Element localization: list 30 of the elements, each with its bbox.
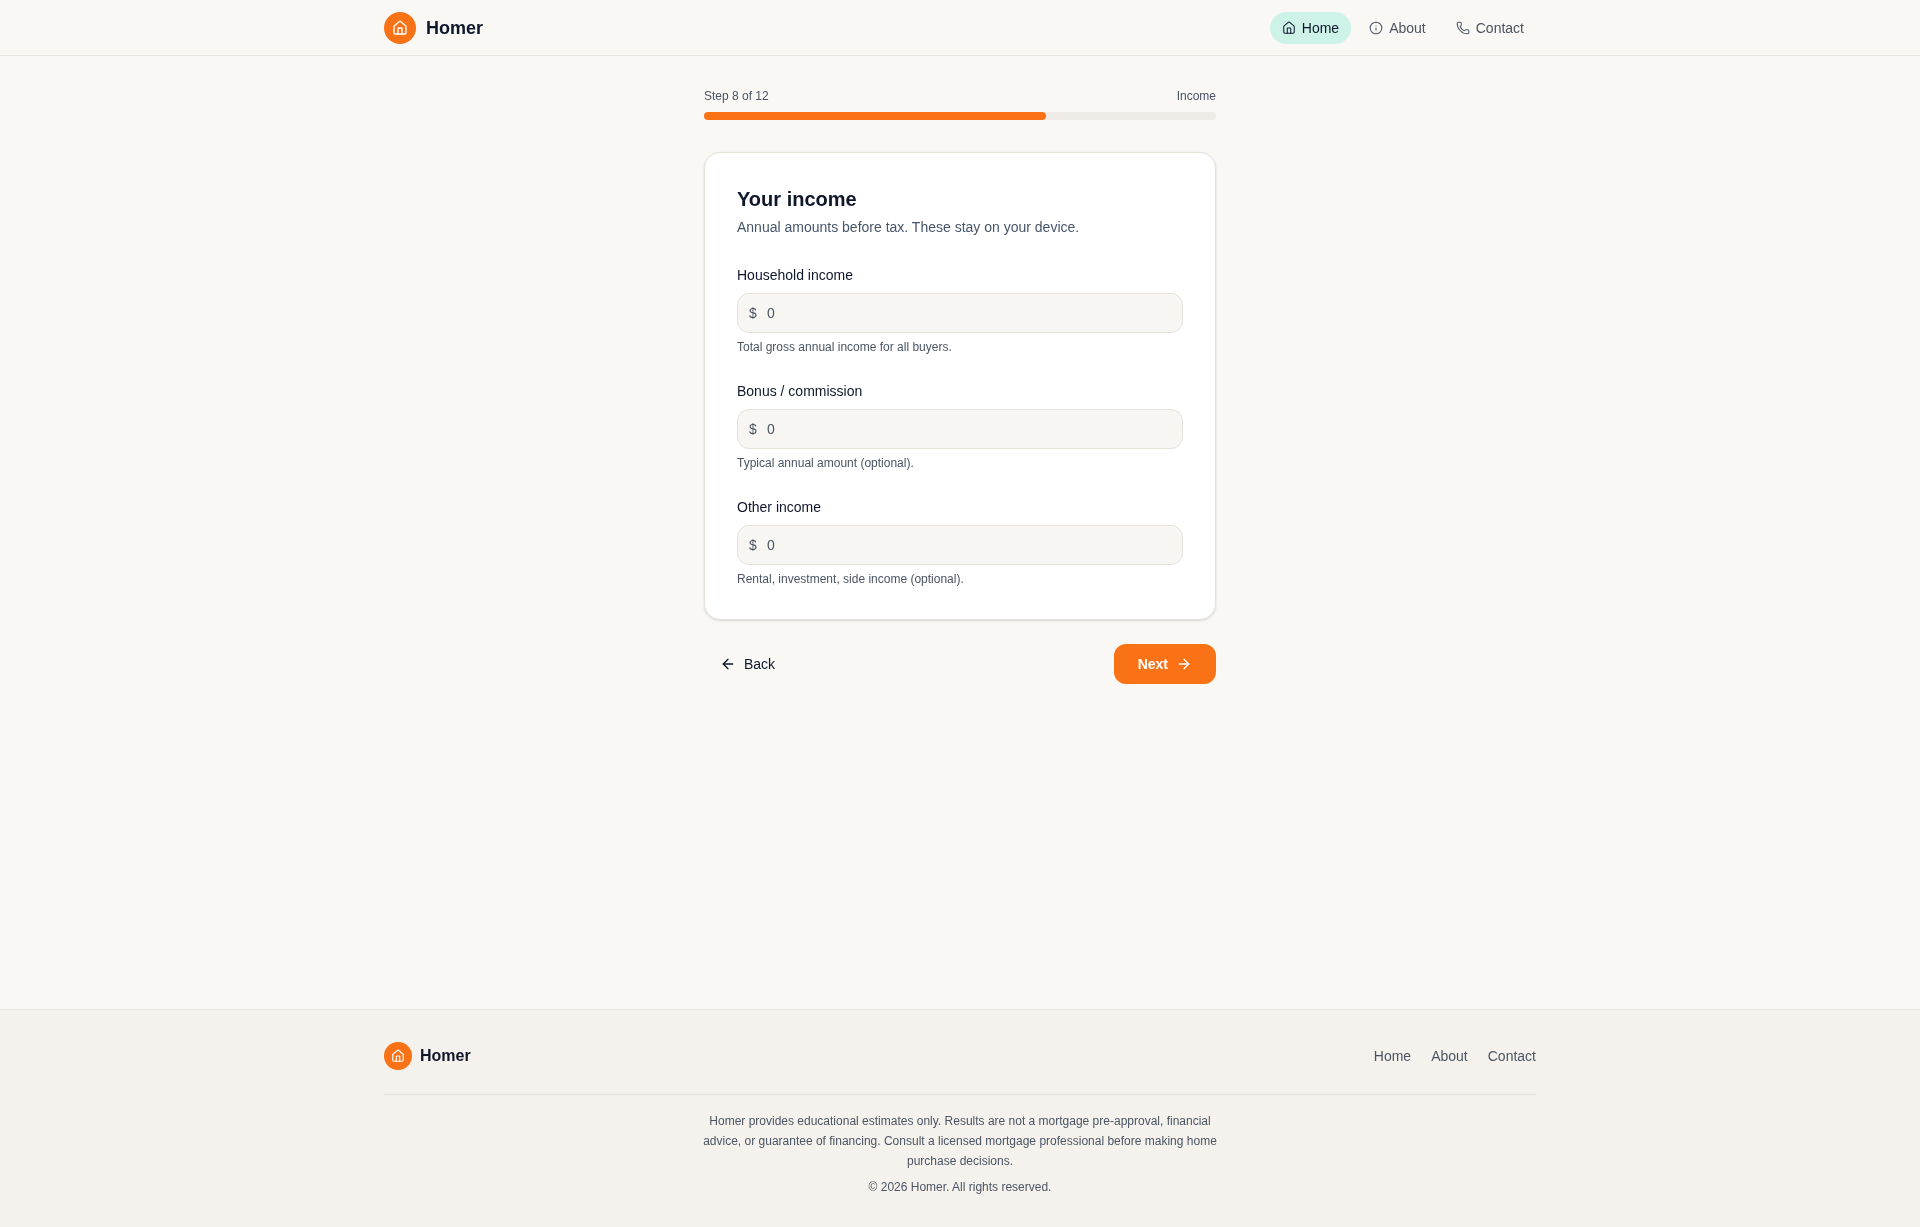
disclaimer-text: Homer provides educational estimates only. Results are not a mortgage pre-approval, financial advice, or guarantee of financing. Consult a licensed mortgage professional before making home purchase decisions. [702,1113,1218,1170]
house-logo-icon [384,1042,412,1070]
nav-link[interactable]: Home [1269,11,1352,44]
field-label: Bonus / commission [737,382,864,401]
card-title: Your income [737,187,858,212]
brand-name: Homer [420,1046,471,1066]
footer-link[interactable]: Home [1373,1046,1412,1066]
currency-symbol: $ [749,536,757,555]
currency-symbol: $ [749,304,757,323]
info-icon [1369,20,1384,35]
section-name: Income [1176,88,1216,104]
step-counter: Step 8 of 12 [704,88,769,104]
field-help-text: Rental, investment, side income (optional). [737,571,965,587]
nav-link[interactable]: About [1357,11,1438,44]
copyright-text: © 2026 Homer. All rights reserved. [867,1179,1053,1196]
footer-link[interactable]: About [1431,1046,1468,1066]
field-label: Household income [737,266,854,285]
field-help-text: Total gross annual income for all buyers. [737,339,953,355]
back-button[interactable]: Back [704,644,792,684]
footer-link[interactable]: Contact [1487,1046,1536,1066]
phone-icon [1455,20,1470,35]
arrow-right-icon [1176,656,1192,672]
field-label: Other income [737,498,823,517]
house-icon [1281,20,1296,35]
card-subtitle: Annual amounts before tax. These stay on your device. [737,218,1081,237]
house-logo-icon [384,11,416,44]
nav-link[interactable]: Contact [1443,11,1536,44]
currency-symbol: $ [749,420,757,439]
field-help-text: Typical annual amount (optional). [737,455,915,471]
brand-name: Homer [426,16,483,40]
